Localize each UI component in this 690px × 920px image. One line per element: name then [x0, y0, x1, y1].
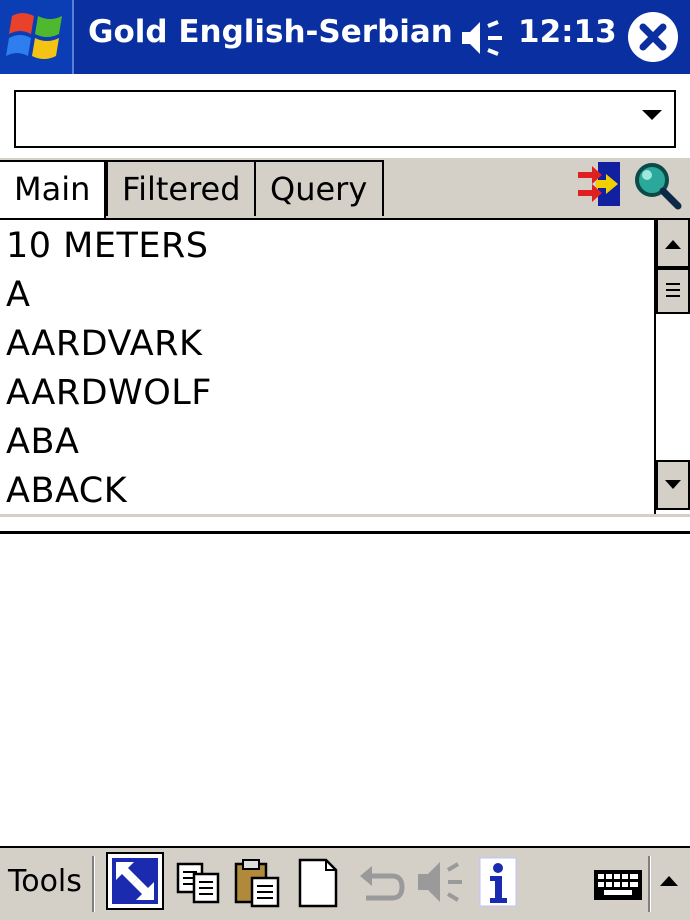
dropdown-arrow-icon[interactable]	[642, 110, 662, 120]
swap-direction-icon[interactable]	[576, 160, 622, 208]
copy-icon[interactable]	[172, 854, 228, 910]
list-scrollbar[interactable]	[654, 218, 690, 514]
speaker-icon[interactable]	[458, 18, 508, 58]
list-item[interactable]: A	[6, 275, 30, 315]
scroll-up-button[interactable]	[656, 218, 690, 268]
tools-menu[interactable]: Tools	[8, 864, 82, 899]
toolbar-separator	[648, 856, 651, 912]
paste-icon[interactable]	[230, 854, 286, 910]
new-document-icon[interactable]	[290, 854, 346, 910]
pane-splitter[interactable]	[0, 514, 690, 534]
tab-main[interactable]: Main	[0, 160, 106, 220]
toolbar-separator	[92, 856, 95, 912]
app-title: Gold English-Serbian	[88, 14, 453, 50]
tab-filtered[interactable]: Filtered	[106, 160, 256, 216]
close-icon[interactable]	[628, 12, 678, 62]
tab-query[interactable]: Query	[254, 160, 384, 216]
list-item[interactable]: 10 METERS	[6, 226, 209, 266]
list-item[interactable]: ABA	[6, 422, 79, 462]
bottom-toolbar: Tools	[0, 846, 690, 920]
scroll-down-button[interactable]	[656, 460, 690, 510]
list-item[interactable]: AARDVARK	[6, 324, 202, 364]
undo-icon	[352, 854, 408, 910]
list-item[interactable]: AARDWOLF	[6, 373, 212, 413]
windows-flag-icon[interactable]	[0, 0, 74, 74]
speak-icon	[412, 854, 468, 910]
title-bar: Gold English-Serbian 12:13	[0, 0, 690, 74]
search-combo[interactable]	[14, 90, 676, 148]
input-menu-arrow-icon[interactable]	[654, 854, 684, 910]
search-input[interactable]	[16, 92, 616, 146]
clock[interactable]: 12:13	[518, 14, 617, 50]
tab-strip: Main Filtered Query	[0, 158, 690, 220]
translation-pane[interactable]	[0, 534, 690, 846]
search-magnifier-icon[interactable]	[632, 160, 682, 210]
scroll-thumb[interactable]	[656, 268, 690, 314]
keyboard-icon[interactable]	[592, 854, 644, 910]
word-list[interactable]: 10 METERS A AARDVARK AARDWOLF ABA ABACK	[0, 218, 654, 514]
list-item[interactable]: ABACK	[6, 471, 127, 511]
info-icon[interactable]	[472, 854, 528, 910]
switch-view-icon[interactable]	[106, 852, 164, 910]
